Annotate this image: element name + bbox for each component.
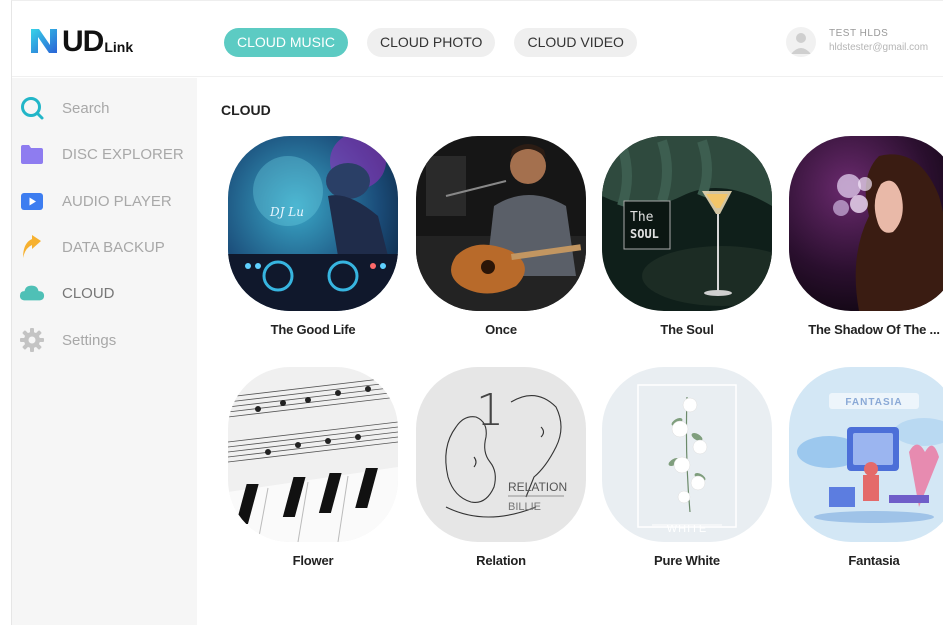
sidebar-item-label: AUDIO PLAYER xyxy=(62,192,172,210)
tab-cloud-video[interactable]: CLOUD VIDEO xyxy=(514,28,637,57)
sidebar-item-audio-player[interactable]: AUDIO PLAYER xyxy=(19,186,172,216)
album-card[interactable]: The SOUL The Soul xyxy=(602,136,772,337)
album-cover[interactable]: FANTASIA xyxy=(789,367,943,542)
album-cover[interactable]: The SOUL xyxy=(602,136,772,311)
album-title: The Good Life xyxy=(270,322,356,337)
sidebar-item-settings[interactable]: Settings xyxy=(19,325,116,355)
user-silhouette-icon xyxy=(791,33,811,54)
album-card[interactable]: Flower xyxy=(228,367,398,568)
cover-text: 1 xyxy=(476,385,504,436)
cover-text: FANTASIA xyxy=(845,397,902,408)
backup-arrow-icon xyxy=(19,234,45,260)
album-card[interactable]: Once xyxy=(416,136,586,337)
sidebar-item-disc-explorer[interactable]: DISC EXPLORER xyxy=(19,139,184,169)
album-card[interactable]: DJ Lu The Good Life xyxy=(228,136,398,337)
cover-text: The xyxy=(630,210,654,225)
album-title: The Soul xyxy=(660,322,714,337)
sidebar-item-cloud[interactable]: CLOUD xyxy=(19,278,115,308)
cover-text: RELATION xyxy=(508,480,567,494)
user-name: TEST HLDS xyxy=(829,28,889,39)
search-icon xyxy=(19,95,45,121)
sidebar-item-label: CLOUD xyxy=(62,284,115,302)
logo-mark-icon xyxy=(31,29,57,53)
cover-text: SOUL xyxy=(630,227,659,241)
album-cover[interactable]: DJ Lu xyxy=(228,136,398,311)
album-cover[interactable] xyxy=(416,136,586,311)
gear-icon xyxy=(19,327,45,353)
album-title: The Shadow Of The ... xyxy=(808,322,940,337)
cloud-icon xyxy=(19,280,45,306)
section-title: CLOUD xyxy=(221,102,271,118)
sidebar-item-label: DATA BACKUP xyxy=(62,238,165,256)
album-title: Fantasia xyxy=(848,553,900,568)
album-title: Flower xyxy=(292,553,334,568)
album-card[interactable]: 1 RELATION BILLIE Relation xyxy=(416,367,586,568)
album-card[interactable]: FANTASIA Fantasia xyxy=(789,367,943,568)
album-card[interactable]: WHITE Pure White xyxy=(602,367,772,568)
folder-icon xyxy=(19,141,45,167)
sidebar-item-label: Settings xyxy=(62,331,117,349)
logo-text-main: UD xyxy=(62,25,104,58)
user-account[interactable]: TEST HLDS hldstester@gmail.com xyxy=(786,27,928,57)
user-email: hldstester@gmail.com xyxy=(829,42,929,53)
cover-text: BILLIE xyxy=(508,501,541,513)
app-logo[interactable]: UD Link xyxy=(28,25,133,57)
sidebar-item-label: Search xyxy=(62,99,110,117)
album-cover[interactable] xyxy=(789,136,943,311)
album-cover[interactable]: WHITE xyxy=(602,367,772,542)
album-title: Once xyxy=(485,322,517,337)
logo-text-sub: Link xyxy=(104,39,134,55)
album-card[interactable]: The Shadow Of The ... xyxy=(789,136,943,337)
app-window: UD Link CLOUD MUSIC CLOUD PHOTO CLOUD VI… xyxy=(11,0,943,625)
sidebar-item-search[interactable]: Search xyxy=(19,93,110,123)
category-tabs: CLOUD MUSIC CLOUD PHOTO CLOUD VIDEO xyxy=(224,28,637,57)
top-bar: UD Link CLOUD MUSIC CLOUD PHOTO CLOUD VI… xyxy=(12,1,943,77)
album-title: Pure White xyxy=(654,553,720,568)
sidebar-item-data-backup[interactable]: DATA BACKUP xyxy=(19,232,165,262)
sidebar: Search DISC EXPLORER AUDIO PLAYER DATA B… xyxy=(12,78,197,625)
tab-cloud-music[interactable]: CLOUD MUSIC xyxy=(224,28,349,57)
cover-text: WHITE xyxy=(667,523,707,535)
album-cover[interactable] xyxy=(228,367,398,542)
album-title: Relation xyxy=(476,553,526,568)
play-icon xyxy=(19,188,45,214)
sidebar-item-label: DISC EXPLORER xyxy=(62,145,184,163)
album-cover[interactable]: 1 RELATION BILLIE xyxy=(416,367,586,542)
cover-text: DJ Lu xyxy=(269,205,304,219)
avatar[interactable] xyxy=(786,27,816,57)
tab-cloud-photo[interactable]: CLOUD PHOTO xyxy=(367,28,496,57)
